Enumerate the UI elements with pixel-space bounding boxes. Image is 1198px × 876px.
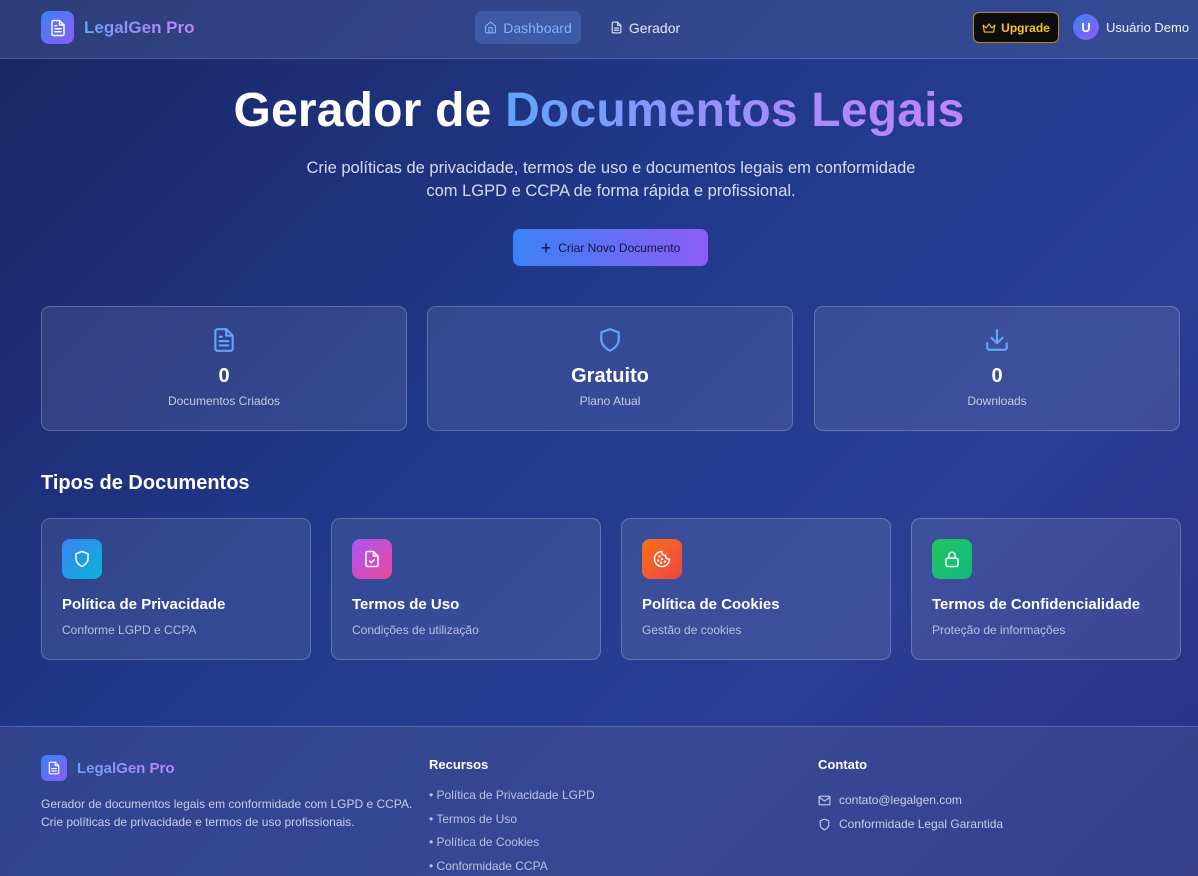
upgrade-label: Upgrade (1001, 20, 1050, 35)
shield-icon (62, 539, 102, 579)
doc-type-desc: Gestão de cookies (642, 623, 742, 637)
user-name: Usuário Demo (1106, 19, 1190, 35)
download-icon (986, 329, 1008, 351)
footer-resource-link[interactable]: • Política de Cookies (429, 835, 595, 859)
stat-label: Plano Atual (579, 394, 641, 408)
footer-contact-email[interactable]: contato@legalgen.com (818, 788, 1003, 812)
home-icon (485, 21, 497, 34)
footer-resources-title: Recursos (429, 757, 489, 772)
cookie-icon (642, 539, 682, 579)
create-document-label: Criar Novo Documento (558, 240, 681, 255)
footer: LegalGen Pro Gerador de documentos legai… (0, 726, 1198, 876)
document-icon (611, 21, 622, 34)
stat-value: 0 (991, 365, 1003, 387)
footer-brand-name: LegalGen Pro (77, 759, 175, 777)
upgrade-button[interactable]: Upgrade (973, 12, 1059, 43)
footer-contact: contato@legalgen.com Conformidade Legal … (818, 788, 1003, 836)
stat-label: Documentos Criados (167, 394, 281, 408)
doc-type-title: Termos de Uso (352, 596, 460, 613)
document-icon (41, 755, 67, 781)
plus-icon: + (540, 237, 552, 258)
lock-icon (932, 539, 972, 579)
top-navbar: LegalGen Pro Dashboard Gerador Upgrade U… (0, 0, 1198, 59)
doc-type-cookie-policy[interactable]: Política de Cookies Gestão de cookies (621, 518, 891, 660)
document-icon (41, 11, 74, 44)
nav-dashboard[interactable]: Dashboard (475, 11, 581, 44)
shield-icon (600, 328, 620, 352)
stat-card-documents: 0 Documentos Criados (41, 306, 407, 431)
shield-icon (819, 818, 830, 830)
brand-name: LegalGen Pro (84, 17, 195, 37)
doc-type-title: Termos de Confidencialidade (932, 596, 1141, 613)
hero-title-gradient: Documentos Legais (505, 84, 965, 137)
document-icon (214, 328, 234, 352)
stat-card-plan: Gratuito Plano Atual (427, 306, 793, 431)
nav-dashboard-label: Dashboard (503, 19, 572, 36)
footer-brand: LegalGen Pro (41, 755, 175, 781)
hero-title-plain: Gerador de (233, 84, 506, 137)
user-menu[interactable]: U Usuário Demo (1073, 14, 1189, 40)
nav-gerador[interactable]: Gerador (600, 11, 690, 44)
hero-subtitle: Crie políticas de privacidade, termos de… (306, 159, 916, 200)
brand[interactable]: LegalGen Pro (41, 11, 195, 44)
footer-description: Gerador de documentos legais em conformi… (41, 797, 413, 829)
footer-resource-link[interactable]: • Conformidade CCPA (429, 859, 595, 876)
footer-resources-list: • Política de Privacidade LGPD • Termos … (429, 788, 595, 876)
doc-type-desc: Conforme LGPD e CCPA (62, 623, 197, 637)
doc-type-title: Política de Privacidade (62, 596, 226, 613)
file-check-icon (352, 539, 392, 579)
doc-type-desc: Proteção de informações (932, 623, 1066, 637)
footer-resource-link[interactable]: • Termos de Uso (429, 812, 595, 836)
avatar: U (1073, 14, 1099, 40)
nav-gerador-label: Gerador (628, 19, 681, 36)
create-document-button[interactable]: + Criar Novo Documento (513, 229, 708, 266)
footer-contact-title: Contato (818, 757, 868, 772)
contact-compliance-text: Conformidade Legal Garantida (839, 817, 1004, 831)
doc-type-title: Política de Cookies (642, 596, 780, 613)
stat-value: Gratuito (571, 365, 649, 387)
footer-contact-compliance: Conformidade Legal Garantida (818, 812, 1003, 836)
footer-resource-link[interactable]: • Política de Privacidade LGPD (429, 788, 595, 812)
doc-type-desc: Condições de utilização (352, 623, 479, 637)
doc-type-privacy-policy[interactable]: Política de Privacidade Conforme LGPD e … (41, 518, 311, 660)
stat-card-downloads: 0 Downloads (814, 306, 1180, 431)
stat-value: 0 (218, 365, 230, 387)
hero-title: Gerador de Documentos Legais (0, 83, 1198, 138)
doc-type-confidentiality[interactable]: Termos de Confidencialidade Proteção de … (911, 518, 1181, 660)
mail-icon (818, 795, 831, 805)
stat-label: Downloads (967, 394, 1027, 408)
crown-icon (982, 22, 996, 33)
contact-email-text: contato@legalgen.com (839, 793, 962, 807)
doc-type-terms-of-use[interactable]: Termos de Uso Condições de utilização (331, 518, 601, 660)
section-title: Tipos de Documentos (41, 472, 250, 494)
